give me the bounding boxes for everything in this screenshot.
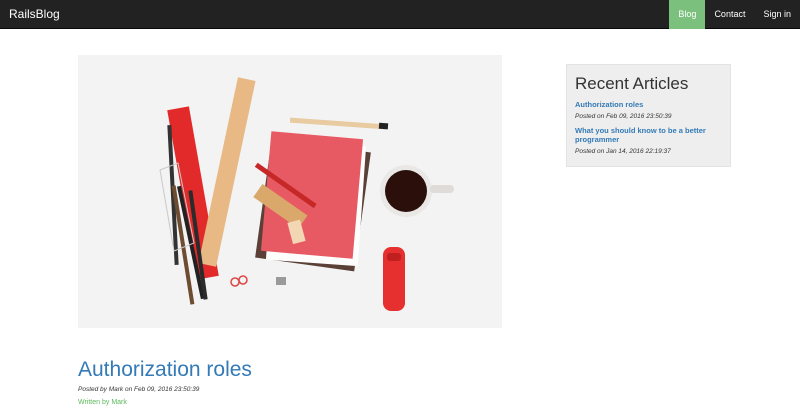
recent-article-link[interactable]: Authorization roles	[575, 100, 722, 109]
nav-sign-in[interactable]: Sign in	[754, 0, 800, 29]
post-title-link[interactable]: Authorization roles	[78, 358, 252, 382]
recent-article-meta: Posted on Feb 09, 2016 23:50:39	[575, 113, 672, 120]
nav-contact[interactable]: Contact	[705, 0, 754, 29]
navbar: RailsBlog Blog Contact Sign in	[0, 0, 800, 29]
post-meta: Posted by Mark on Feb 09, 2016 23:50:39	[78, 386, 200, 393]
stationery-photo	[78, 55, 502, 328]
recent-articles-panel: Recent Articles Authorization roles Post…	[566, 64, 731, 167]
hero-image	[78, 55, 502, 328]
recent-article-link[interactable]: What you should know to be a better prog…	[575, 126, 722, 144]
nav-menu: Blog Contact Sign in	[669, 0, 800, 29]
brand-link[interactable]: RailsBlog	[9, 7, 60, 21]
sidebar-title: Recent Articles	[575, 74, 689, 93]
nav-blog[interactable]: Blog	[669, 0, 706, 29]
recent-article-meta: Posted on Jan 14, 2016 22:19:37	[575, 148, 671, 155]
